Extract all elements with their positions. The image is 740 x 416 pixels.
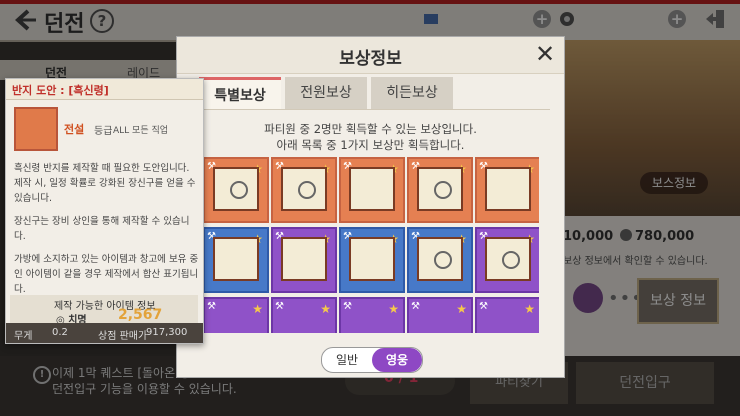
close-icon[interactable]: ✕: [532, 41, 558, 67]
reward-item[interactable]: ⚒★: [271, 297, 337, 333]
craft-icon: ⚒: [479, 301, 488, 312]
reward-item[interactable]: ⚒★: [203, 227, 269, 293]
star-icon: ★: [320, 302, 331, 316]
tab-special-reward[interactable]: 특별보상: [199, 77, 281, 109]
reward-desc-1: 파티원 중 2명만 획득할 수 있는 보상입니다.: [264, 122, 477, 136]
difficulty-toggle[interactable]: 일반 영웅: [321, 347, 423, 373]
craft-icon: ⚒: [275, 301, 284, 312]
reward-item[interactable]: ⚒★: [271, 227, 337, 293]
star-icon: ★: [252, 302, 263, 316]
desc-line: 있습니다.: [14, 193, 52, 204]
tab-all-reward[interactable]: 전원보상: [285, 77, 367, 109]
ring-icon: [434, 181, 452, 199]
tooltip-title: 반지 도안 : [흑신령]: [12, 84, 109, 97]
desc-line: 인 아이템이 같을 경우 제작에서 합산 표기됩니다.: [14, 269, 199, 295]
item-job: ALL 모든 직업: [113, 126, 169, 136]
desc-line: [14, 206, 200, 214]
desc-line: 흑신령 반지를 제작할 때 필요한 도안입니다.: [14, 163, 190, 174]
recipe-scroll-icon: [213, 167, 259, 211]
desc-line: 가방에 소지하고 있는 아이템과 창고에 보유 중: [14, 254, 199, 265]
reward-grid: ⚒★ ⚒★ ⚒★ ⚒★ ⚒★ ⚒★ ⚒★ ⚒★ ⚒★ ⚒★ ⚒★ ⚒★ ⚒★ ⚒…: [203, 157, 539, 333]
weight-label: 무게: [14, 331, 33, 342]
star-icon: ★: [456, 302, 467, 316]
recipe-scroll-icon: [349, 167, 395, 211]
reward-item[interactable]: ⚒★: [407, 297, 473, 333]
reward-item[interactable]: ⚒★: [339, 227, 405, 293]
reward-item[interactable]: ⚒★: [475, 227, 539, 293]
ring-icon: [298, 181, 316, 199]
recipe-scroll-icon: [14, 107, 58, 151]
item-grade-suffix: 등급: [94, 126, 113, 137]
recipe-scroll-icon: [485, 237, 531, 281]
price-label: 상점 판매가: [98, 331, 148, 342]
reward-item[interactable]: ⚒★: [475, 157, 539, 223]
reward-item[interactable]: ⚒★: [203, 297, 269, 333]
tab-hidden-reward[interactable]: 히든보상: [371, 77, 453, 109]
reward-desc-2: 아래 목록 중 1가지 보상만 획득합니다.: [276, 138, 465, 152]
reward-item[interactable]: ⚒★: [203, 157, 269, 223]
reward-item[interactable]: ⚒★: [271, 157, 337, 223]
item-tooltip: 반지 도안 : [흑신령] 전설 등급 ALL 모든 직업 흑신령 반지를 제작…: [5, 78, 204, 344]
reward-info-modal: 보상정보 ✕ 특별보상 전원보상 히든보상 파티원 중 2명만 획득할 수 있는…: [176, 36, 565, 378]
recipe-scroll-icon: [281, 237, 327, 281]
reward-item[interactable]: ⚒★: [407, 157, 473, 223]
tab-divider: [191, 109, 550, 110]
star-icon: ★: [524, 302, 535, 316]
tooltip-description: 흑신령 반지를 제작할 때 필요한 도안입니다. 제작 시, 일정 확률로 강화…: [14, 161, 200, 297]
craft-number: 2,567: [118, 307, 163, 323]
desc-line: 제작 시, 일정 확률로 강화된 장신구를 얻을 수: [14, 178, 196, 189]
recipe-scroll-icon: [213, 237, 259, 281]
weight-value: 0.2: [52, 327, 68, 338]
recipe-scroll-icon: [349, 237, 395, 281]
toggle-heroic[interactable]: 영웅: [372, 348, 422, 372]
price-value: 917,300: [146, 327, 188, 338]
reward-item[interactable]: ⚒★: [339, 297, 405, 333]
reward-item[interactable]: ⚒★: [339, 157, 405, 223]
craft-icon: ⚒: [343, 301, 352, 312]
craft-icon: ⚒: [411, 301, 420, 312]
desc-line: [14, 244, 200, 252]
ring-icon: [502, 251, 520, 269]
recipe-scroll-icon: [417, 237, 463, 281]
craft-icon: ⚒: [207, 301, 216, 312]
item-grade: 전설: [64, 123, 85, 136]
reward-item[interactable]: ⚒★: [407, 227, 473, 293]
recipe-scroll-icon: [485, 167, 531, 211]
reward-item[interactable]: ⚒★: [475, 297, 539, 333]
star-icon: ★: [388, 302, 399, 316]
recipe-scroll-icon: [281, 167, 327, 211]
recipe-scroll-icon: [417, 167, 463, 211]
desc-line: 장신구는 장비 상인을 통해 제작할 수 있습니다.: [14, 216, 190, 242]
modal-title: 보상정보: [339, 49, 402, 69]
ring-icon: [434, 251, 452, 269]
ring-icon: [230, 181, 248, 199]
toggle-normal[interactable]: 일반: [322, 348, 372, 372]
